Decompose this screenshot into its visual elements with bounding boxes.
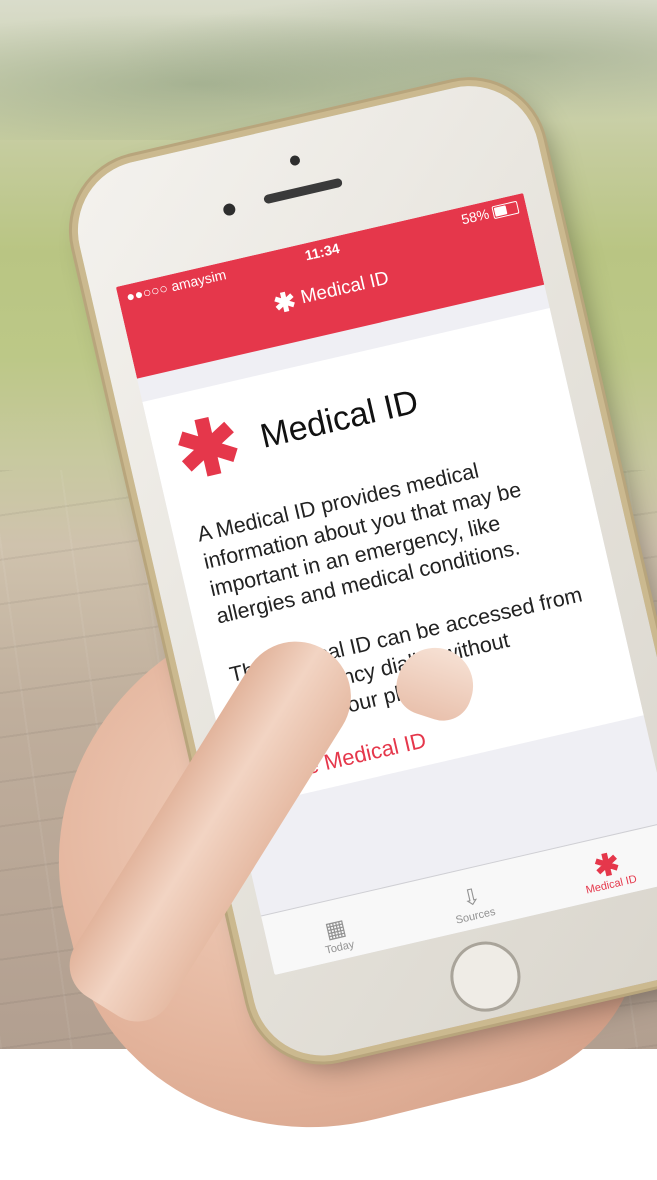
tab-today[interactable]: ▦ Today [261, 885, 410, 975]
battery-icon [491, 200, 520, 219]
camera-dot [288, 154, 301, 167]
home-button[interactable] [443, 934, 528, 1019]
battery-indicator: 58% [459, 199, 520, 228]
card-title: Medical ID [256, 382, 422, 456]
front-camera [222, 202, 237, 217]
battery-fill [493, 204, 508, 217]
tab-sources[interactable]: ⇩ Sources [397, 854, 546, 944]
nav-title-text: Medical ID [298, 267, 391, 309]
card-header: ✱ Medical ID [167, 377, 423, 498]
tab-label: Sources [454, 905, 497, 927]
asterisk-icon: ✱ [270, 285, 299, 320]
battery-percent: 58% [459, 205, 491, 228]
medical-asterisk-icon: ✱ [167, 400, 250, 498]
tab-medical-id[interactable]: ✱ Medical ID [533, 822, 657, 912]
earpiece-speaker [263, 177, 344, 205]
